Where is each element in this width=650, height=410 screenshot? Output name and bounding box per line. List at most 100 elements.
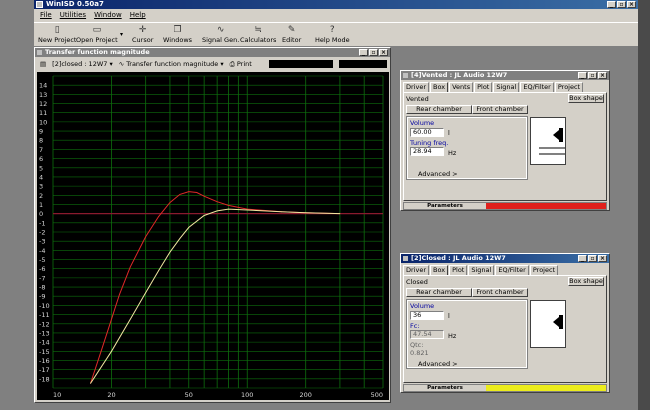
data-point-vented <box>216 201 218 203</box>
help-mode-button[interactable]: ? Help Mode <box>315 25 350 44</box>
cursor-button[interactable]: ✛ Cursor <box>132 25 153 44</box>
close-icon[interactable]: × <box>627 1 636 8</box>
volume-field[interactable]: 36 <box>410 311 444 320</box>
graph-select[interactable]: ∿ Transfer function magnitude ▾ <box>119 60 224 68</box>
data-point-closed <box>111 350 112 352</box>
data-point-closed <box>203 215 205 216</box>
data-point-closed <box>188 227 190 228</box>
volume-unit: l <box>448 129 450 137</box>
advanced-toggle[interactable]: Advanced > <box>418 360 458 368</box>
tab-plot[interactable]: Plot <box>474 82 493 92</box>
tab-box[interactable]: Box <box>430 265 449 275</box>
app-titlebar: WinISD 0.50a7 _ ▫ × <box>34 0 638 9</box>
volume-label: Volume <box>410 302 435 310</box>
y-tick-label: -13 <box>39 329 50 337</box>
vented-box-diagram <box>530 117 566 165</box>
box-shape-button[interactable]: Box shape <box>568 94 604 103</box>
tf-window-controls: _ ▫ × <box>359 49 388 56</box>
y-tick-label: 9 <box>39 128 43 136</box>
menu-utilities[interactable]: Utilities <box>60 10 86 21</box>
minimize-icon[interactable]: _ <box>607 1 616 8</box>
menu-help[interactable]: Help <box>130 10 146 21</box>
volume-unit: l <box>448 312 450 320</box>
maximize-icon[interactable]: ▫ <box>617 1 626 8</box>
calculators-icon: ≒ <box>254 25 262 35</box>
tab-eq-filter[interactable]: EQ/Filter <box>495 265 529 275</box>
tab-plot[interactable]: Plot <box>449 265 468 275</box>
y-tick-label: 0 <box>39 210 43 218</box>
minimize-icon[interactable]: _ <box>578 72 587 79</box>
advanced-toggle[interactable]: Advanced > <box>418 170 458 178</box>
closed-status-indicator <box>486 385 606 391</box>
front-chamber-tab[interactable]: Front chamber <box>472 288 528 297</box>
front-chamber-tab[interactable]: Front chamber <box>472 105 528 114</box>
windows-button[interactable]: ❐ Windows <box>163 25 192 44</box>
close-icon[interactable]: × <box>598 255 607 262</box>
tf-window-icon <box>37 50 42 55</box>
tab-eq-filter[interactable]: EQ/Filter <box>520 82 554 92</box>
y-tick-label: 2 <box>39 192 43 200</box>
tab-box[interactable]: Box <box>430 82 449 92</box>
menu-window[interactable]: Window <box>94 10 122 21</box>
open-project-label: Open Project <box>76 36 118 44</box>
tab-signal[interactable]: Signal <box>468 265 495 275</box>
tab-driver[interactable]: Driver <box>403 82 430 92</box>
rear-chamber-tab[interactable]: Rear chamber <box>406 288 472 297</box>
maximize-icon[interactable]: ▫ <box>588 72 597 79</box>
tf-toolbar: ▤ [2]closed : 12W7 ▾ ∿ Transfer function… <box>36 58 389 70</box>
project-select[interactable]: [2]closed : 12W7 ▾ <box>52 60 113 68</box>
signal-gen-label: Signal Gen. <box>202 36 240 44</box>
y-tick-label: 1 <box>39 201 43 209</box>
minimize-icon[interactable]: _ <box>359 49 368 56</box>
box-shape-button[interactable]: Box shape <box>568 277 604 286</box>
y-tick-label: -4 <box>39 247 45 255</box>
close-icon[interactable]: × <box>598 72 607 79</box>
rear-chamber-tab[interactable]: Rear chamber <box>406 105 472 114</box>
maximize-icon[interactable]: ▫ <box>369 49 378 56</box>
tab-project[interactable]: Project <box>554 82 584 92</box>
close-icon[interactable]: × <box>379 49 388 56</box>
closed-titlebar: [2]Closed : JL Audio 12W7 _ ▫ × <box>401 254 609 263</box>
y-tick-label: -7 <box>39 274 45 282</box>
maximize-icon[interactable]: ▫ <box>588 255 597 262</box>
y-tick-label: 5 <box>39 164 43 172</box>
transfer-function-chart[interactable]: 14131211109876543210-1-2-3-4-5-6-7-8-9-1… <box>37 72 389 400</box>
y-tick-label: -18 <box>39 375 50 383</box>
data-point-vented <box>102 346 103 348</box>
y-tick-label: 7 <box>39 146 43 154</box>
open-project-button[interactable]: ▭ Open Project <box>76 25 118 44</box>
data-point-closed <box>179 238 181 239</box>
graph-icon: ∿ <box>118 60 125 68</box>
qtc-label: Qtc: <box>410 341 424 349</box>
tf-menu-icon[interactable]: ▤ <box>40 60 46 68</box>
y-tick-label: -3 <box>39 238 45 246</box>
open-project-dropdown[interactable]: ▾ <box>120 31 123 39</box>
minimize-icon[interactable]: _ <box>578 255 587 262</box>
tab-vents[interactable]: Vents <box>449 82 474 92</box>
y-tick-label: 4 <box>39 173 43 181</box>
tab-signal[interactable]: Signal <box>493 82 520 92</box>
data-point-vented <box>188 191 190 193</box>
closed-tabs: Driver Box Plot Signal EQ/Filter Project <box>403 265 607 275</box>
y-tick-label: -16 <box>39 357 50 365</box>
fc-unit: Hz <box>448 332 457 340</box>
x-tick-label: 200 <box>299 391 311 399</box>
new-project-button[interactable]: ▯ New Project <box>38 25 76 44</box>
calculators-button[interactable]: ≒ Calculators <box>240 25 276 44</box>
y-tick-label: -15 <box>39 348 50 356</box>
y-tick-label: -6 <box>39 265 45 273</box>
vented-box-pane: Vented Box shape Rear chamber Front cham… <box>403 92 607 201</box>
x-tick-label: 50 <box>185 391 193 399</box>
vented-tabs: Driver Box Vents Plot Signal EQ/Filter P… <box>403 82 607 92</box>
menu-file[interactable]: File <box>40 10 52 21</box>
open-project-icon: ▭ <box>92 25 102 35</box>
editor-button[interactable]: ✎ Editor <box>282 25 301 44</box>
tab-project[interactable]: Project <box>529 265 559 275</box>
y-tick-label: 10 <box>39 118 47 126</box>
tuning-field[interactable]: 28.94 <box>410 147 444 156</box>
tab-driver[interactable]: Driver <box>403 265 430 275</box>
data-point-closed <box>158 270 160 271</box>
volume-field[interactable]: 60.00 <box>410 128 444 137</box>
signal-gen-button[interactable]: ∿ Signal Gen. <box>202 25 239 44</box>
print-button[interactable]: ⎙ Print <box>230 60 252 69</box>
